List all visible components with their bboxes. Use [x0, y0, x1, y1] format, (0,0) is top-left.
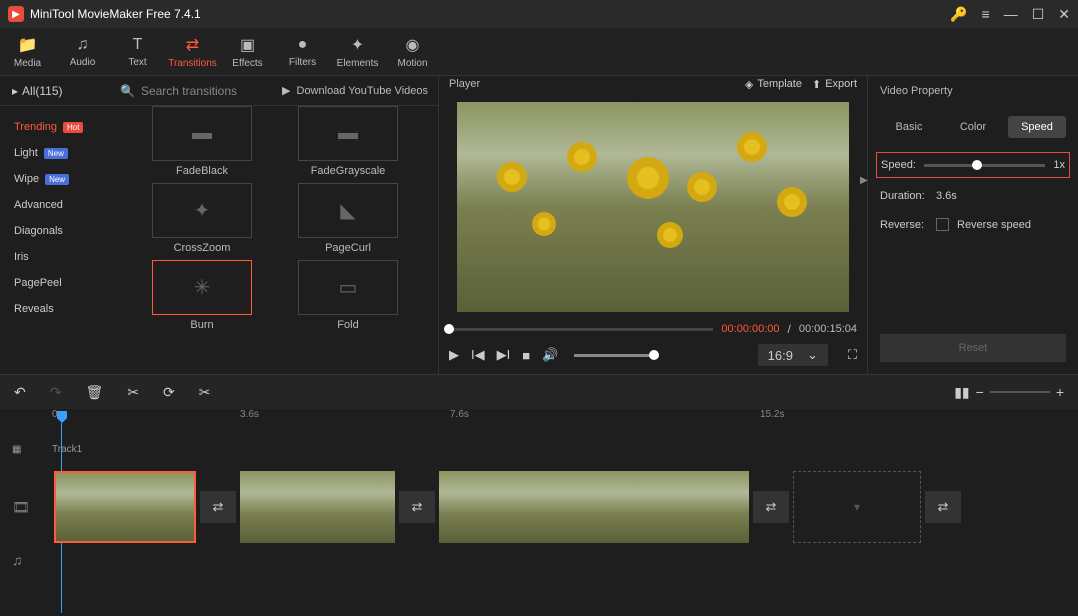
transition-slot-1[interactable]: ⇄	[200, 491, 236, 523]
play-button[interactable]: ▶	[449, 347, 459, 363]
tab-basic[interactable]: Basic	[880, 116, 938, 138]
reverse-check-label: Reverse speed	[957, 219, 1031, 231]
props-title: Video Property	[868, 76, 1078, 106]
reverse-checkbox[interactable]	[936, 218, 949, 231]
zoom-slider[interactable]	[990, 391, 1050, 393]
transition-crosszoom[interactable]: ✦CrossZoom	[132, 183, 272, 254]
tool-elements[interactable]: ✦Elements	[330, 28, 385, 75]
category-trending[interactable]: TrendingHot	[0, 114, 112, 140]
transition-fold[interactable]: ▭Fold	[278, 260, 418, 331]
filters-icon: ●	[298, 36, 308, 54]
chevron-down-icon: ⌄	[807, 347, 818, 363]
next-frame-button[interactable]: ▶I	[497, 347, 511, 363]
search-icon: 🔍	[120, 84, 135, 98]
reverse-label: Reverse:	[880, 219, 928, 231]
tool-transitions[interactable]: ⇄Transitions	[165, 28, 220, 75]
fit-icon[interactable]: ▮▮	[954, 384, 969, 401]
category-light[interactable]: LightNew	[0, 140, 112, 166]
stop-button[interactable]: ■	[522, 348, 530, 363]
category-pagepeel[interactable]: PagePeel	[0, 270, 112, 296]
minimize-icon[interactable]: —	[1004, 6, 1018, 22]
speed-value: 1x	[1053, 159, 1065, 171]
close-icon[interactable]: ✕	[1058, 6, 1070, 23]
transition-slot-4[interactable]: ⇄	[925, 491, 961, 523]
player-label: Player	[449, 78, 735, 90]
track-label: Track1	[52, 444, 82, 455]
video-track-icon: 🎞	[12, 499, 50, 516]
delete-button[interactable]: 🗑	[85, 384, 103, 401]
app-title: MiniTool MovieMaker Free 7.4.1	[30, 7, 950, 21]
youtube-icon: ▶	[282, 84, 290, 97]
clip-1[interactable]	[54, 471, 196, 543]
effects-icon: ▣	[240, 35, 255, 55]
volume-icon[interactable]: 🔊	[542, 347, 558, 363]
tool-text[interactable]: TText	[110, 28, 165, 75]
tab-color[interactable]: Color	[944, 116, 1002, 138]
redo-button[interactable]: ↷	[50, 384, 62, 401]
transition-pagecurl[interactable]: ◣PageCurl	[278, 183, 418, 254]
time-total: 00:00:15:04	[799, 323, 857, 335]
zoom-in-button[interactable]: +	[1056, 384, 1064, 400]
time-current: 00:00:00:00	[721, 323, 779, 335]
video-preview	[457, 102, 849, 312]
category-wipe[interactable]: WipeNew	[0, 166, 112, 192]
crop-button[interactable]: ✂	[199, 384, 211, 401]
prev-frame-button[interactable]: I◀	[471, 347, 485, 363]
transition-fadegrayscale[interactable]: ▬FadeGrayscale	[278, 106, 418, 177]
text-icon: T	[133, 36, 143, 54]
transition-fadeblack[interactable]: ▬FadeBlack	[132, 106, 272, 177]
clip-3[interactable]	[439, 471, 749, 543]
transition-slot-2[interactable]: ⇄	[399, 491, 435, 523]
audio-icon: ♫	[77, 36, 89, 54]
all-transitions-button[interactable]: ▸ All(115)	[0, 84, 112, 98]
download-youtube-button[interactable]: ▶ Download YouTube Videos	[282, 84, 438, 97]
speed-tool-button[interactable]: ⟳	[163, 384, 175, 401]
category-advanced[interactable]: Advanced	[0, 192, 112, 218]
search-input[interactable]: 🔍 Search transitions	[112, 84, 282, 98]
reset-button[interactable]: Reset	[880, 334, 1066, 362]
add-track-button[interactable]: ▦	[12, 444, 52, 455]
fullscreen-button[interactable]: ⛶	[848, 347, 857, 363]
tool-effects[interactable]: ▣Effects	[220, 28, 275, 75]
menu-icon[interactable]: ≡	[982, 6, 990, 22]
category-reveals[interactable]: Reveals	[0, 296, 112, 322]
collapse-props-icon[interactable]: ▶	[860, 175, 868, 186]
duration-value: 3.6s	[936, 190, 957, 202]
speed-slider[interactable]	[924, 164, 1046, 167]
duration-label: Duration:	[880, 190, 928, 202]
audio-track-icon: ♫	[12, 552, 50, 568]
category-iris[interactable]: Iris	[0, 244, 112, 270]
split-button[interactable]: ✂	[127, 384, 139, 401]
transitions-icon: ⇄	[186, 35, 199, 55]
template-icon: ◈	[745, 78, 753, 91]
volume-slider[interactable]	[574, 354, 654, 357]
empty-clip-slot[interactable]: ▾	[793, 471, 921, 543]
transition-burn[interactable]: ✳Burn	[132, 260, 272, 331]
elements-icon: ✦	[351, 35, 364, 55]
template-button[interactable]: ◈Template	[745, 78, 802, 91]
tool-filters[interactable]: ●Filters	[275, 28, 330, 75]
app-logo: ▶	[8, 6, 24, 22]
media-icon: 📁	[18, 35, 38, 55]
premium-key-icon[interactable]: 🔑	[950, 6, 967, 23]
category-diagonals[interactable]: Diagonals	[0, 218, 112, 244]
seek-bar[interactable]	[449, 328, 713, 331]
clip-2[interactable]	[240, 471, 395, 543]
motion-icon: ◉	[406, 35, 420, 55]
tab-speed[interactable]: Speed	[1008, 116, 1066, 138]
zoom-out-button[interactable]: −	[976, 384, 984, 400]
playhead[interactable]	[57, 411, 67, 423]
timeline-ruler[interactable]: 0s 3.6s 7.6s 15.2s	[0, 409, 1078, 429]
tool-motion[interactable]: ◉Motion	[385, 28, 440, 75]
tool-audio[interactable]: ♫Audio	[55, 28, 110, 75]
aspect-ratio-select[interactable]: 16:9⌄	[758, 344, 828, 366]
transition-slot-3[interactable]: ⇄	[753, 491, 789, 523]
export-button[interactable]: ⬆Export	[812, 78, 857, 91]
tool-media[interactable]: 📁Media	[0, 28, 55, 75]
speed-label: Speed:	[881, 159, 916, 171]
maximize-icon[interactable]: ☐	[1032, 6, 1045, 23]
undo-button[interactable]: ↶	[14, 384, 26, 401]
export-icon: ⬆	[812, 78, 821, 91]
